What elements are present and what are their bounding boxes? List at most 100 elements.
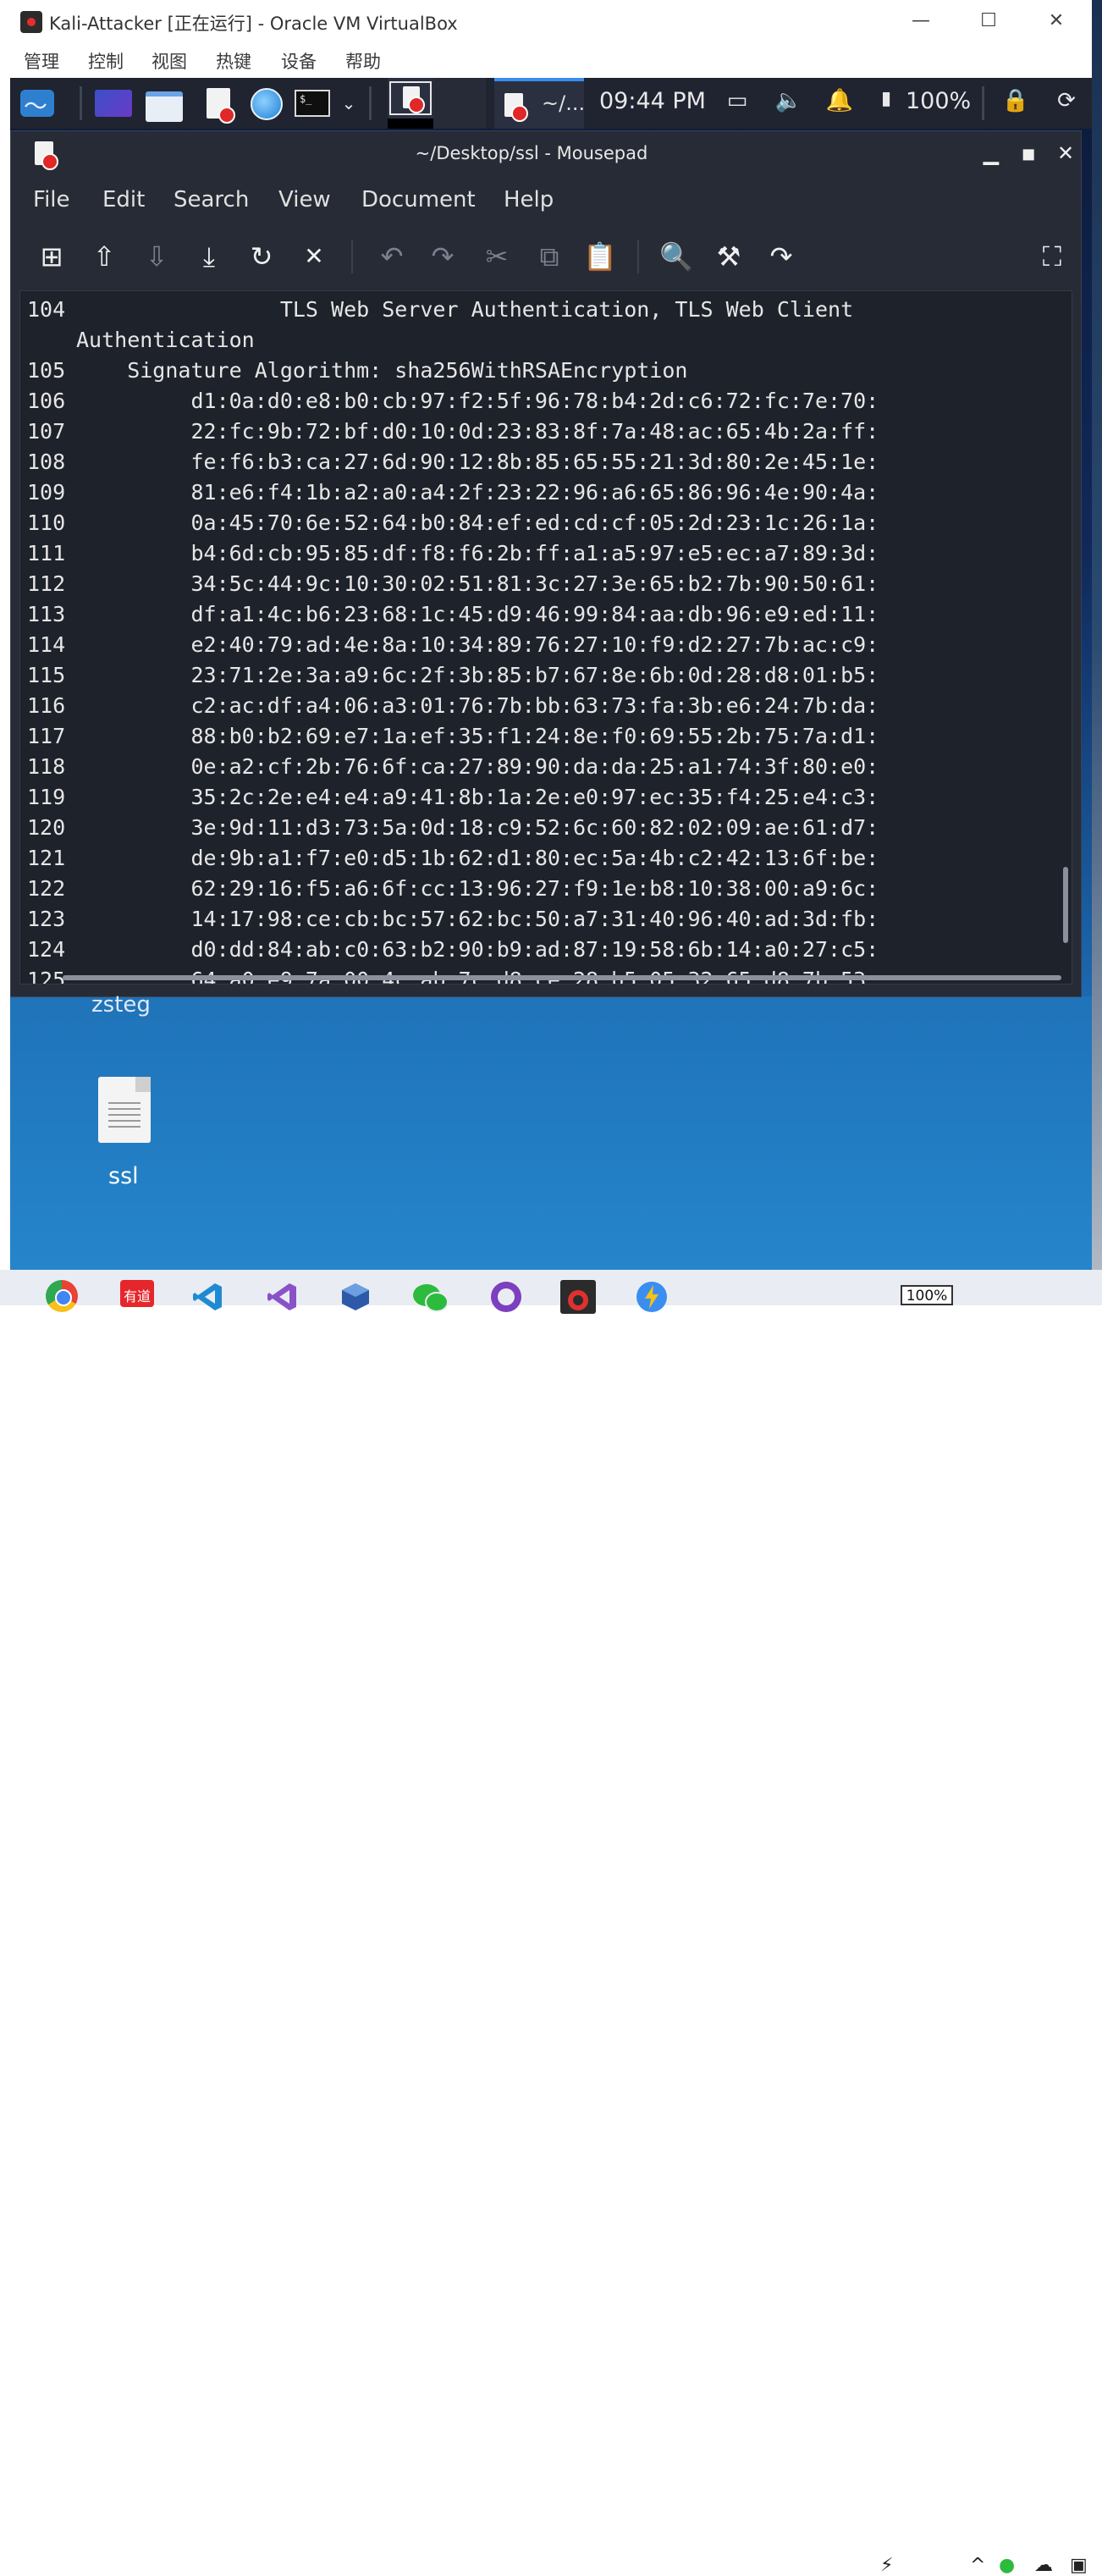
line-number: 112 — [27, 571, 66, 596]
virtualbox-menubar: 管理 控制 视图 热键 设备 帮助 — [10, 42, 1092, 78]
search-replace-icon[interactable]: ⚒ — [710, 238, 747, 275]
line-text: b4:6d:cb:95:85:df:f8:f6:2b:ff:a1:a5:97:e… — [76, 541, 879, 565]
lightning-app-icon[interactable] — [635, 1280, 669, 1312]
xfce-top-panel: $_ ⌄ ~/... 09:44 PM ▭ 🔈 🔔 ▮ 100% 🔒 ⟳ — [10, 78, 1092, 129]
horizontal-scrollbar[interactable] — [63, 975, 1061, 980]
show-desktop-icon[interactable] — [95, 86, 132, 120]
workspace-2[interactable] — [433, 78, 486, 129]
menu-manage[interactable]: 管理 — [24, 48, 59, 74]
menu-file[interactable]: File — [33, 187, 70, 212]
vertical-scrollbar[interactable] — [1063, 867, 1068, 943]
minimize-button[interactable]: — — [895, 7, 946, 36]
go-to-line-icon[interactable]: ↷ — [763, 238, 800, 275]
cloud-icon[interactable]: ☁ — [1034, 2555, 1053, 2576]
reload-icon[interactable]: ↻ — [243, 238, 280, 275]
code-line: 116 c2:ac:df:a4:06:a3:01:76:7b:bb:63:73:… — [20, 691, 1070, 721]
chevron-down-icon[interactable]: ⌄ — [337, 86, 361, 120]
line-text: d0:dd:84:ab:c0:63:b2:90:b9:ad:87:19:58:6… — [76, 937, 879, 962]
line-number: 104 — [27, 297, 66, 322]
wechat-tray-icon[interactable]: ● — [999, 2555, 1015, 2576]
virtualbox-icon[interactable] — [339, 1280, 372, 1310]
open-file-icon[interactable]: ⇧ — [85, 238, 123, 275]
chrome-icon[interactable] — [46, 1280, 80, 1312]
line-number: 117 — [27, 724, 66, 748]
line-text: 14:17:98:ce:cb:bc:57:62:bc:50:a7:31:40:9… — [76, 907, 879, 931]
paste-icon[interactable]: 📋 — [581, 238, 619, 275]
wechat-icon[interactable] — [411, 1280, 449, 1312]
notification-bell-icon[interactable]: 🔔 — [824, 88, 855, 113]
menu-view[interactable]: 视图 — [152, 48, 187, 74]
desktop-file-label[interactable]: ssl — [108, 1163, 139, 1189]
network-icon[interactable]: ▣ — [1070, 2555, 1088, 2576]
menu-hotkeys[interactable]: 热键 — [216, 48, 251, 74]
menu-view[interactable]: View — [278, 187, 331, 212]
text-editor-launcher-icon[interactable] — [203, 86, 237, 124]
menu-search[interactable]: Search — [174, 187, 249, 212]
youdao-label: 有道 — [120, 1280, 154, 1307]
panel-separator — [80, 86, 82, 120]
close-button[interactable]: ✕ — [1050, 140, 1081, 167]
redo-icon[interactable]: ↷ — [424, 238, 461, 275]
save-icon[interactable]: ⇩ — [138, 238, 175, 275]
menu-document[interactable]: Document — [361, 187, 476, 212]
vscode-icon[interactable] — [191, 1280, 225, 1310]
code-line: 107 22:fc:9b:72:bf:d0:10:0d:23:83:8f:7a:… — [20, 416, 1070, 447]
minimize-button[interactable]: ▁ — [976, 140, 1006, 167]
line-text: c2:ac:df:a4:06:a3:01:76:7b:bb:63:73:fa:3… — [76, 693, 879, 718]
logout-icon[interactable]: ⟳ — [1051, 88, 1082, 113]
taskbar-mousepad-button[interactable]: ~/... — [494, 78, 585, 129]
menu-control[interactable]: 控制 — [88, 48, 124, 74]
workspace-1[interactable] — [388, 78, 433, 129]
maximize-button[interactable]: ☐ — [963, 7, 1014, 36]
mousepad-title: ~/Desktop/ssl - Mousepad — [415, 143, 648, 163]
host-desktop-edge — [1092, 0, 1102, 1270]
youdao-icon[interactable]: 有道 — [120, 1280, 154, 1307]
menu-devices[interactable]: 设备 — [281, 48, 317, 74]
chevron-up-icon[interactable]: ^ — [970, 2555, 985, 2576]
close-button[interactable]: ✕ — [1031, 7, 1082, 36]
battery-indicator[interactable]: 100% — [901, 1285, 953, 1305]
line-number: 107 — [27, 419, 66, 444]
mousepad-titlebar[interactable]: ~/Desktop/ssl - Mousepad ▁ ◼ ✕ — [11, 131, 1081, 175]
line-text: 0e:a2:cf:2b:76:6f:ca:27:89:90:da:da:25:a… — [76, 754, 879, 779]
clock[interactable]: 09:44 PM — [599, 88, 706, 114]
battery-icon[interactable]: ▮ — [877, 88, 895, 109]
menu-help[interactable]: Help — [504, 187, 554, 212]
text-file-icon[interactable] — [98, 1077, 151, 1143]
copy-icon[interactable]: ⧉ — [531, 238, 568, 275]
lock-icon[interactable]: 🔒 — [1000, 88, 1031, 113]
kali-virtualbox-taskbar-icon[interactable] — [560, 1280, 596, 1314]
line-text: 22:fc:9b:72:bf:d0:10:0d:23:83:8f:7a:48:a… — [76, 419, 879, 444]
code-line: 115 23:71:2e:3a:a9:6c:2f:3b:85:b7:67:8e:… — [20, 660, 1070, 691]
web-browser-icon[interactable] — [249, 86, 286, 120]
terminal-icon[interactable]: $_ — [295, 86, 332, 120]
power-icon[interactable]: ⚡ — [880, 2555, 893, 2576]
line-number: 122 — [27, 876, 66, 901]
kali-menu-icon[interactable] — [15, 86, 58, 122]
line-text: e2:40:79:ad:4e:8a:10:34:89:76:27:10:f9:d… — [76, 632, 879, 657]
close-document-icon[interactable]: ✕ — [295, 238, 333, 275]
save-as-icon[interactable]: ⤓ — [190, 238, 228, 275]
visual-studio-icon[interactable] — [266, 1280, 300, 1310]
line-number: 118 — [27, 754, 66, 779]
volume-icon[interactable]: 🔈 — [772, 88, 806, 113]
github-desktop-icon[interactable] — [489, 1280, 523, 1312]
editor-text-area[interactable]: 104 TLS Web Server Authentication, TLS W… — [19, 290, 1072, 985]
desktop-item-label-partial[interactable]: zsteg — [91, 992, 151, 1018]
maximize-button[interactable]: ◼ — [1013, 140, 1044, 167]
mousepad-menubar: File Edit Search View Document Help — [11, 175, 1081, 226]
new-document-icon[interactable]: ⊞ — [33, 238, 70, 275]
line-text: 62:29:16:f5:a6:6f:cc:13:96:27:f9:1e:b8:1… — [76, 876, 879, 901]
search-icon[interactable]: 🔍 — [658, 238, 695, 275]
file-manager-icon[interactable] — [146, 86, 183, 122]
display-icon[interactable]: ▭ — [723, 88, 752, 113]
menu-help[interactable]: 帮助 — [345, 48, 381, 74]
line-text: 23:71:2e:3a:a9:6c:2f:3b:85:b7:67:8e:6b:0… — [76, 663, 879, 687]
cut-icon[interactable]: ✂ — [478, 238, 515, 275]
undo-icon[interactable]: ↶ — [373, 238, 410, 275]
menu-edit[interactable]: Edit — [102, 187, 145, 212]
code-line: 104 TLS Web Server Authentication, TLS W… — [20, 295, 1070, 325]
code-line: Authentication — [20, 325, 1070, 356]
line-text: df:a1:4c:b6:23:68:1c:45:d9:46:99:84:aa:d… — [76, 602, 879, 626]
fullscreen-icon[interactable]: ⛶ — [1033, 238, 1071, 275]
